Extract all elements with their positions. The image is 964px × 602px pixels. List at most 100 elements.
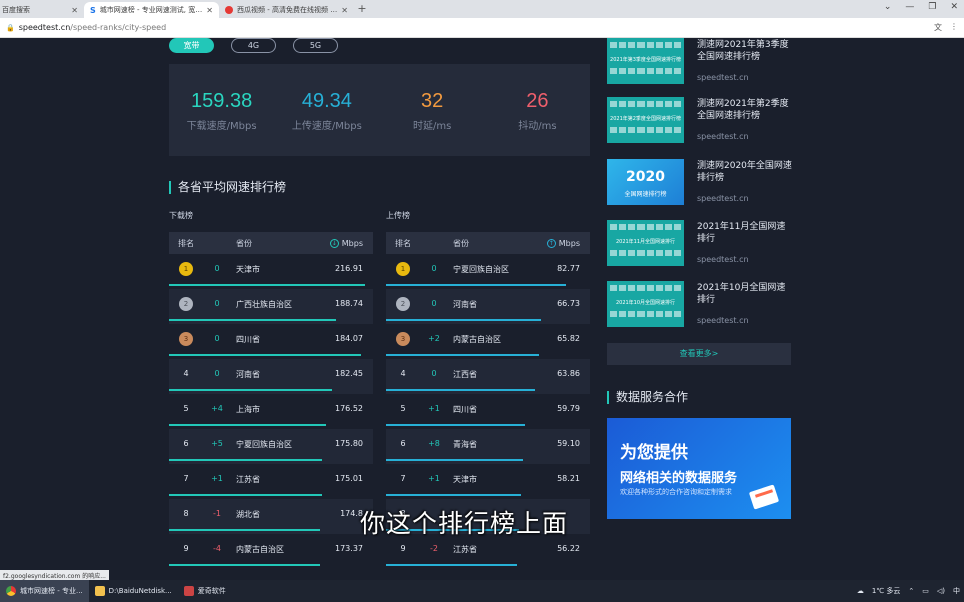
app-icon <box>183 586 194 596</box>
news-item[interactable]: 2021年10月全国网速排行 2021年10月全国网速排行 speedtest.… <box>607 281 791 337</box>
news-item[interactable]: 2020 全国网速排行榜 测速网2020年全国网速排行榜 speedtest.c… <box>607 159 793 215</box>
speed-bar <box>169 494 322 496</box>
stat-jitter: 26 抖动/ms <box>485 64 590 156</box>
news-item[interactable]: 2021年第3季度全国网速排行榜 测速网2021年第3季度全国网速排行榜 spe… <box>607 38 791 94</box>
news-title[interactable]: 测速网2021年第3季度全国网速排行榜 <box>697 39 793 63</box>
news-title[interactable]: 测速网2021年第2季度全国网速排行榜 <box>697 98 793 122</box>
ime-indicator[interactable]: 中 <box>953 586 960 596</box>
browser-tab-2[interactable]: 西瓜视频 - 高清免费在线视频 - ... ✕ <box>219 2 354 18</box>
speed-value: 65.82 <box>557 334 580 343</box>
stat-value: 159.38 <box>191 90 253 112</box>
speed-value: 173.37 <box>335 544 363 553</box>
speedtest-icon: S <box>90 5 96 15</box>
rank-change: +8 <box>428 439 440 448</box>
rank-number: 4 <box>400 369 406 378</box>
new-tab-button[interactable]: + <box>354 2 370 18</box>
thumbnail-year: 2020 <box>626 169 665 185</box>
section-title-province-ranks: 各省平均网速排行榜 <box>169 181 286 194</box>
province-name: 天津市 <box>236 265 260 274</box>
speed-value: 176.52 <box>335 404 363 413</box>
news-title[interactable]: 2021年11月全国网速排行 <box>697 221 793 245</box>
tab-search-icon[interactable]: ⌄ <box>884 2 892 12</box>
rank-number: 6 <box>183 439 189 448</box>
stat-value: 26 <box>526 90 549 112</box>
rank-number: 4 <box>183 369 189 378</box>
table-row: 6 +5 宁夏回族自治区 175.80 <box>169 429 373 464</box>
taskbar-item-label: D:\BaiduNetdisk... <box>108 587 172 595</box>
tab-5g[interactable]: 5G <box>293 38 338 53</box>
url-path: /speed-ranks/city-speed <box>70 23 167 32</box>
province-name: 广西壮族自治区 <box>236 300 292 309</box>
rank-change: +5 <box>211 439 223 448</box>
speed-bar <box>169 459 322 461</box>
chevron-up-icon[interactable]: ⌃ <box>908 587 914 595</box>
news-title[interactable]: 测速网2020年全国网速排行榜 <box>697 160 793 184</box>
page-content: 宽带 4G 5G 159.38 下载速度/Mbps 49.34 上传速度/Mbp… <box>0 38 964 580</box>
speed-bar <box>386 459 523 461</box>
speed-value: 216.91 <box>335 264 363 273</box>
news-title[interactable]: 2021年10月全国网速排行 <box>697 282 793 306</box>
rank-change: -1 <box>213 509 221 518</box>
taskbar-item-chrome[interactable]: 城市网速榜 - 专业... <box>0 580 89 602</box>
volume-icon[interactable]: ◁) <box>937 587 945 595</box>
maximize-icon[interactable]: ❐ <box>928 2 936 12</box>
tab-broadband[interactable]: 宽带 <box>169 38 214 53</box>
xigua-icon <box>225 6 233 14</box>
rank-change: 0 <box>214 334 220 343</box>
more-menu-icon[interactable]: ⋮ <box>950 22 958 33</box>
rank-number: 8 <box>183 509 189 518</box>
minimize-icon[interactable]: — <box>905 2 914 12</box>
translate-icon[interactable]: 文 <box>934 22 942 33</box>
close-icon[interactable]: ✕ <box>341 6 348 15</box>
window-close-icon[interactable]: ✕ <box>950 2 958 12</box>
browser-tab-0[interactable]: 百度搜索 ✕ <box>0 2 84 18</box>
news-item[interactable]: 2021年11月全国网速排行 2021年11月全国网速排行 speedtest.… <box>607 220 791 276</box>
os-taskbar: 城市网速榜 - 专业... D:\BaiduNetdisk... 爱奇软件 ☁ … <box>0 580 964 602</box>
thumbnail-caption: 2021年第2季度全国网速排行榜 <box>610 116 681 122</box>
data-service-banner[interactable]: 为您提供 网络相关的数据服务 欢迎各种形式的合作咨询和定制需求 <box>607 418 791 519</box>
news-thumbnail: 2020 全国网速排行榜 <box>607 159 684 205</box>
stat-value: 32 <box>421 90 444 112</box>
download-rank-table: 排名 省份 ↓ Mbps 1 0 天津市 216.91 2 0 广西壮族自治区 188.74 3 0… <box>169 232 373 569</box>
province-name: 内蒙古自治区 <box>236 545 284 554</box>
stat-label: 下载速度/Mbps <box>186 121 257 132</box>
province-name: 青海省 <box>453 440 477 449</box>
view-more-button[interactable]: 查看更多> <box>607 343 791 365</box>
tab-4g[interactable]: 4G <box>231 38 276 53</box>
province-name: 天津市 <box>453 475 477 484</box>
rank-number: 5 <box>183 404 189 413</box>
table-row: 2 0 河南省 66.73 <box>386 289 590 324</box>
table-row: 6 +8 青海省 59.10 <box>386 429 590 464</box>
speed-value: 82.77 <box>557 264 580 273</box>
news-item[interactable]: 2021年第2季度全国网速排行榜 测速网2021年第2季度全国网速排行榜 spe… <box>607 97 791 153</box>
thumbnail-caption: 2021年10月全国网速排行 <box>615 300 676 306</box>
stat-label: 上传速度/Mbps <box>291 121 362 132</box>
upload-icon: ↑ <box>546 238 556 248</box>
table-row: 3 +2 内蒙古自治区 65.82 <box>386 324 590 359</box>
weather-text[interactable]: 1℃ 多云 <box>872 586 901 596</box>
province-name: 宁夏回族自治区 <box>453 265 509 274</box>
taskbar-item-explorer[interactable]: D:\BaiduNetdisk... <box>89 580 178 602</box>
table-row: 1 0 天津市 216.91 <box>169 254 373 289</box>
stat-label: 抖动/ms <box>518 121 557 132</box>
thumbnail-caption: 2021年11月全国网速排行 <box>615 239 676 245</box>
download-icon: ↓ <box>329 238 339 248</box>
browser-tab-1[interactable]: S 城市网速榜 - 专业网速测试, 宽带... ✕ <box>84 2 219 18</box>
table-row: 7 +1 江苏省 175.01 <box>169 464 373 499</box>
province-name: 上海市 <box>236 405 260 414</box>
rank-number: 5 <box>400 404 406 413</box>
news-thumbnail: 2021年10月全国网速排行 <box>607 281 684 327</box>
rank-number: 9 <box>183 544 189 553</box>
bronze-medal-icon: 3 <box>396 332 410 346</box>
speed-value: 59.10 <box>557 439 580 448</box>
upload-rank-label: 上传榜 <box>386 211 410 220</box>
header-rank: 排名 <box>395 238 411 248</box>
network-icon[interactable]: ▭ <box>922 587 929 595</box>
header-rank: 排名 <box>178 238 194 248</box>
close-icon[interactable]: ✕ <box>71 6 78 15</box>
address-bar[interactable]: 🔒 speedtest.cn /speed-ranks/city-speed 文… <box>0 18 964 38</box>
news-source: speedtest.cn <box>697 255 749 264</box>
taskbar-item-app[interactable]: 爱奇软件 <box>178 580 232 602</box>
close-icon[interactable]: ✕ <box>206 6 213 15</box>
speed-bar <box>386 319 542 321</box>
